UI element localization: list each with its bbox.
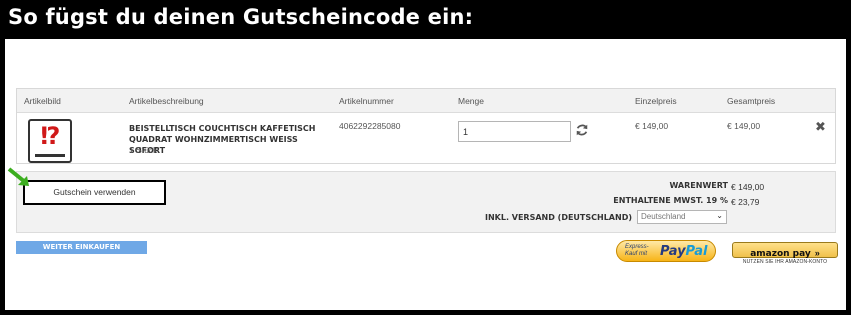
header-total-price: Gesamtpreis xyxy=(727,96,776,106)
banner-title: So fügst du deinen Gutscheincode ein: xyxy=(8,5,474,29)
vat-value: € 23,79 xyxy=(731,197,760,207)
unit-price: € 149,00 xyxy=(635,121,669,131)
paypal-pre-text: Express-Kauf mit xyxy=(625,244,649,257)
continue-shopping-button[interactable]: WEITER EINKAUFEN xyxy=(16,241,147,254)
product-qty-text: 1 Stück xyxy=(129,145,158,155)
header-quantity: Menge xyxy=(458,96,484,106)
product-image[interactable]: ⁉ xyxy=(28,119,72,163)
cart-table-header: Artikelbild Artikelbeschreibung Artikeln… xyxy=(17,89,835,113)
header-image: Artikelbild xyxy=(24,96,61,106)
shipping-country-value: Deutschland xyxy=(641,212,686,221)
coupon-button[interactable]: Gutschein verwenden xyxy=(23,180,166,205)
product-title[interactable]: BEISTELLTISCH COUCHTISCH KAFFETISCH QUAD… xyxy=(129,123,329,156)
cart-panel: Artikelbild Artikelbeschreibung Artikeln… xyxy=(5,39,846,310)
product-number: 4062292285080 xyxy=(339,121,401,131)
paypal-logo: PayPal xyxy=(660,244,708,259)
chevron-down-icon: ⌄ xyxy=(716,211,723,220)
header-unit-price: Einzelpreis xyxy=(635,96,677,106)
amazon-pay-label: amazon pay xyxy=(750,249,811,259)
shipping-label: INKL. VERSAND (DEUTSCHLAND) xyxy=(484,213,632,222)
double-chevron-icon: » xyxy=(814,248,820,258)
amazon-pay-note: NUTZEN SIE IHR AMAZON-KONTO xyxy=(742,259,828,265)
refresh-icon[interactable] xyxy=(575,123,589,137)
goods-value: € 149,00 xyxy=(731,182,765,192)
quantity-input[interactable] xyxy=(458,121,571,142)
coupon-summary-area: Gutschein verwenden WARENWERT € 149,00 E… xyxy=(7,167,836,233)
header-description: Artikelbeschreibung xyxy=(129,96,204,106)
remove-item-icon[interactable]: ✖ xyxy=(815,120,826,135)
green-arrow-icon xyxy=(7,167,29,186)
amazon-pay-button[interactable]: amazon pay» xyxy=(732,242,838,259)
shipping-country-select[interactable]: Deutschland ⌄ xyxy=(637,210,727,224)
goods-value-label: WARENWERT xyxy=(669,181,728,190)
question-exclamation-icon: ⁉ xyxy=(40,122,61,150)
vat-label: ENTHALTENE MWST. 19 % xyxy=(613,196,728,205)
paypal-express-button[interactable]: Express-Kauf mit PayPal xyxy=(616,240,716,262)
cart-table: Artikelbild Artikelbeschreibung Artikeln… xyxy=(16,88,836,164)
total-price: € 149,00 xyxy=(727,121,761,131)
header-number: Artikelnummer xyxy=(339,96,394,106)
